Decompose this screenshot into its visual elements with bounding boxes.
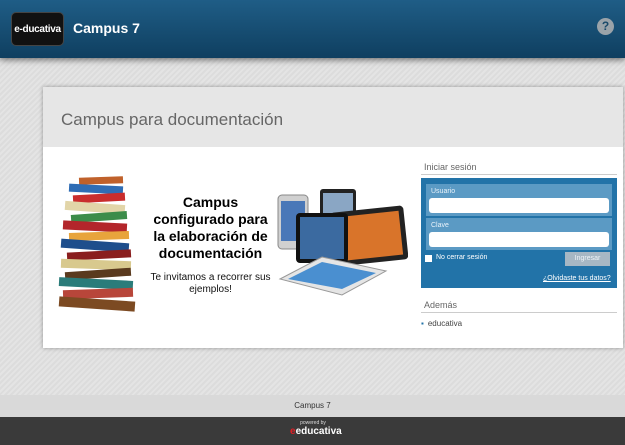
top-bar: e-ducativa Campus 7 ? [0, 0, 625, 58]
also-item-label: educativa [427, 319, 463, 328]
forgot-password-link[interactable]: ¿Olvidaste tus datos? [543, 275, 611, 282]
also-divider [421, 312, 617, 313]
password-input[interactable] [429, 232, 609, 247]
logo-text: e-ducativa [14, 24, 61, 35]
footer-text: Campus 7 [294, 401, 331, 410]
login-button[interactable]: Ingresar [565, 252, 610, 266]
also-list-item[interactable]: ▪ educativa [421, 319, 462, 328]
books-stack-image [58, 176, 136, 312]
app-title: Campus 7 [73, 20, 140, 36]
login-title: Iniciar sesión [424, 162, 477, 172]
powered-by-brand: eeducativa [290, 426, 342, 437]
login-divider [421, 174, 617, 175]
bottom-bar: powered by eeducativa [0, 417, 625, 445]
promo-text: Campus configurado para la elaboración d… [148, 194, 273, 296]
login-form: Usuario Clave No cerrar sesión Ingresar … [421, 178, 617, 288]
username-field: Usuario [426, 184, 612, 216]
username-input[interactable] [429, 198, 609, 213]
devices-image [277, 189, 408, 296]
footer: Campus 7 [0, 395, 625, 417]
remember-checkbox[interactable] [425, 255, 432, 262]
main-card: Campus para documentación Campus configu… [43, 87, 623, 348]
powered-brand-text: educativa [295, 426, 342, 437]
password-label: Clave [431, 222, 449, 229]
remember-label: No cerrar sesión [436, 254, 488, 261]
also-title: Además [424, 300, 458, 310]
powered-by-logo[interactable]: powered by eeducativa [290, 420, 342, 438]
promo-heading: Campus configurado para la elaboración d… [153, 194, 268, 261]
help-icon[interactable]: ? [597, 18, 614, 35]
card-header: Campus para documentación [43, 87, 623, 147]
password-field: Clave [426, 218, 612, 250]
promo-subtext: Te invitamos a recorrer sus ejemplos! [150, 272, 271, 295]
page-title: Campus para documentación [61, 110, 284, 129]
bullet-icon: ▪ [421, 319, 424, 328]
username-label: Usuario [431, 188, 456, 195]
educativa-logo[interactable]: e-ducativa [11, 12, 64, 46]
